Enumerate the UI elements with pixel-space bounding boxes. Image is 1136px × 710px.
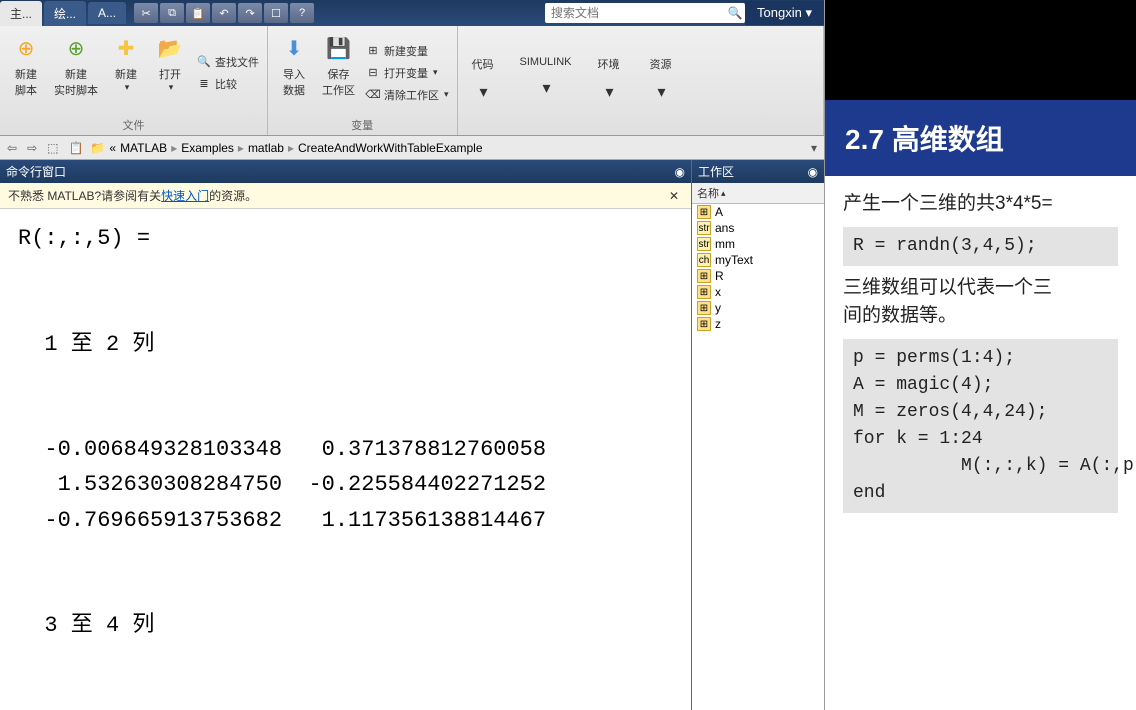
ws-item[interactable]: ⊞A — [692, 204, 824, 220]
help-icon[interactable]: ? — [290, 3, 314, 23]
clear-ws-button[interactable]: ⌫清除工作区▾ — [363, 85, 451, 105]
panel-menu-icon[interactable]: ◉ — [808, 165, 818, 179]
crumb-1[interactable]: Examples — [181, 141, 234, 155]
new-script-button[interactable]: ⊕新建 脚本 — [6, 30, 46, 115]
workspace-title-text: 工作区 — [698, 163, 734, 180]
slide-title: 2.7 高维数组 — [825, 100, 1136, 176]
slide-line1: 产生一个三维的共3*4*5= — [843, 190, 1118, 219]
string-icon: str — [697, 221, 711, 235]
code-dropdown[interactable]: 代码▾ — [464, 54, 502, 131]
slide-line2: 三维数组可以代表一个三 — [843, 274, 1118, 303]
string-icon: str — [697, 237, 711, 251]
crumb-2[interactable]: matlab — [248, 141, 284, 155]
main-area: 命令行窗口 ◉ 不熟悉 MATLAB?请参阅有关 快速入门 的资源。 ✕ R(:… — [0, 160, 824, 710]
crumb-3[interactable]: CreateAndWorkWithTableExample — [298, 141, 483, 155]
quick-access-toolbar: ✂ ⧉ 📋 ↶ ↷ ☐ ? — [134, 3, 314, 23]
ws-item[interactable]: ⊞z — [692, 316, 824, 332]
command-output[interactable]: R(:,:,5) = 1 至 2 列 -0.006849328103348 0.… — [0, 209, 691, 710]
forward-button[interactable]: ⇨ — [24, 141, 40, 155]
slide-line3: 间的数据等。 — [843, 302, 1118, 331]
user-label[interactable]: Tongxin ▾ — [745, 1, 824, 25]
slide-code1: R = randn(3,4,5); — [843, 227, 1118, 266]
new-live-script-button[interactable]: ⊕新建 实时脚本 — [50, 30, 102, 115]
breadcrumb: « MATLAB▸ Examples▸ matlab▸ CreateAndWor… — [109, 141, 482, 155]
array-icon: ⊞ — [697, 205, 711, 219]
find-files-button[interactable]: 🔍查找文件 — [194, 52, 261, 72]
new-var-button[interactable]: ⊞新建变量 — [363, 41, 451, 61]
hint-bar: 不熟悉 MATLAB?请参阅有关 快速入门 的资源。 ✕ — [0, 183, 691, 209]
string-icon: ch — [697, 253, 711, 267]
open-var-button[interactable]: ⊟打开变量▾ — [363, 63, 451, 83]
new-button[interactable]: ✚新建▾ — [106, 30, 146, 115]
folder-icon: 📁 — [90, 141, 105, 155]
cut-icon[interactable]: ✂ — [134, 3, 158, 23]
open-button[interactable]: 📂打开▾ — [150, 30, 190, 115]
resources-dropdown[interactable]: 资源▾ — [642, 54, 680, 131]
up-button[interactable]: ⬚ — [44, 141, 61, 155]
panel-menu-icon[interactable]: ◉ — [675, 165, 685, 179]
array-icon: ⊞ — [697, 269, 711, 283]
ws-item[interactable]: ⊞x — [692, 284, 824, 300]
search-icon[interactable]: 🔍 — [725, 6, 745, 20]
hint-prefix: 不熟悉 MATLAB?请参阅有关 — [8, 187, 161, 204]
tab-plots[interactable]: 绘... — [44, 1, 86, 26]
ws-item[interactable]: chmyText — [692, 252, 824, 268]
command-window-panel: 命令行窗口 ◉ 不熟悉 MATLAB?请参阅有关 快速入门 的资源。 ✕ R(:… — [0, 160, 692, 710]
slide-pane: 2.7 高维数组 产生一个三维的共3*4*5= R = randn(3,4,5)… — [824, 0, 1136, 710]
search-input[interactable] — [545, 6, 725, 20]
ribbon-group-variable: ⬇导入 数据 💾保存 工作区 ⊞新建变量 ⊟打开变量▾ ⌫清除工作区▾ 变量 — [268, 26, 458, 135]
address-bar: ⇦ ⇨ ⬚ 📋 📁 « MATLAB▸ Examples▸ matlab▸ Cr… — [0, 136, 824, 160]
matlab-window: 主... 绘... A... ✂ ⧉ 📋 ↶ ↷ ☐ ? 🔍 Tongxin ▾… — [0, 0, 824, 710]
ribbon-group-file: ⊕新建 脚本 ⊕新建 实时脚本 ✚新建▾ 📂打开▾ 🔍查找文件 ≣比较 文件 — [0, 26, 268, 135]
group-label-variable: 变量 — [274, 115, 451, 133]
array-icon: ⊞ — [697, 301, 711, 315]
workspace-list: ⊞A strans strmm chmyText ⊞R ⊞x ⊞y ⊞z — [692, 204, 824, 710]
array-icon: ⊞ — [697, 317, 711, 331]
paste-icon[interactable]: 📋 — [186, 3, 210, 23]
crumb-0[interactable]: MATLAB — [120, 141, 167, 155]
simulink-dropdown[interactable]: SIMULINK▾ — [516, 54, 576, 131]
redo-icon[interactable]: ↷ — [238, 3, 262, 23]
path-dropdown[interactable]: ▾ — [808, 141, 820, 155]
ws-item[interactable]: ⊞R — [692, 268, 824, 284]
recent-button[interactable]: 📋 — [65, 141, 86, 155]
ribbon: ⊕新建 脚本 ⊕新建 实时脚本 ✚新建▾ 📂打开▾ 🔍查找文件 ≣比较 文件 ⬇… — [0, 26, 824, 136]
workspace-title: 工作区 ◉ — [692, 160, 824, 183]
ws-item[interactable]: strans — [692, 220, 824, 236]
slide-black-bar — [825, 0, 1136, 100]
tab-bar: 主... 绘... A... ✂ ⧉ 📋 ↶ ↷ ☐ ? 🔍 Tongxin ▾ — [0, 0, 824, 26]
array-icon: ⊞ — [697, 285, 711, 299]
ws-item[interactable]: ⊞y — [692, 300, 824, 316]
env-dropdown[interactable]: 环境▾ — [590, 54, 628, 131]
slide-body: 产生一个三维的共3*4*5= R = randn(3,4,5); 三维数组可以代… — [825, 176, 1136, 535]
compare-button[interactable]: ≣比较 — [194, 74, 261, 94]
command-window-title-text: 命令行窗口 — [6, 163, 66, 180]
slide-code2: p = perms(1:4); A = magic(4); M = zeros(… — [843, 339, 1118, 513]
import-data-button[interactable]: ⬇导入 数据 — [274, 30, 314, 115]
ribbon-group-more: 代码▾ SIMULINK▾ 环境▾ 资源▾ — [458, 26, 824, 135]
ws-item[interactable]: strmm — [692, 236, 824, 252]
crumb-prefix: « — [109, 141, 116, 155]
back-button[interactable]: ⇦ — [4, 141, 20, 155]
save-workspace-button[interactable]: 💾保存 工作区 — [318, 30, 359, 115]
tab-apps[interactable]: A... — [88, 2, 126, 24]
search-box: 🔍 — [545, 3, 745, 23]
tab-home[interactable]: 主... — [0, 1, 42, 26]
hint-link[interactable]: 快速入门 — [161, 187, 209, 204]
group-label-file: 文件 — [6, 115, 261, 133]
copy-icon[interactable]: ⧉ — [160, 3, 184, 23]
hint-suffix: 的资源。 — [209, 187, 257, 204]
workspace-panel: 工作区 ◉ 名称▴ ⊞A strans strmm chmyText ⊞R ⊞x… — [692, 160, 824, 710]
undo-icon[interactable]: ↶ — [212, 3, 236, 23]
hint-close-icon[interactable]: ✕ — [665, 189, 683, 203]
workspace-header[interactable]: 名称▴ — [692, 183, 824, 204]
switch-icon[interactable]: ☐ — [264, 3, 288, 23]
command-window-title: 命令行窗口 ◉ — [0, 160, 691, 183]
